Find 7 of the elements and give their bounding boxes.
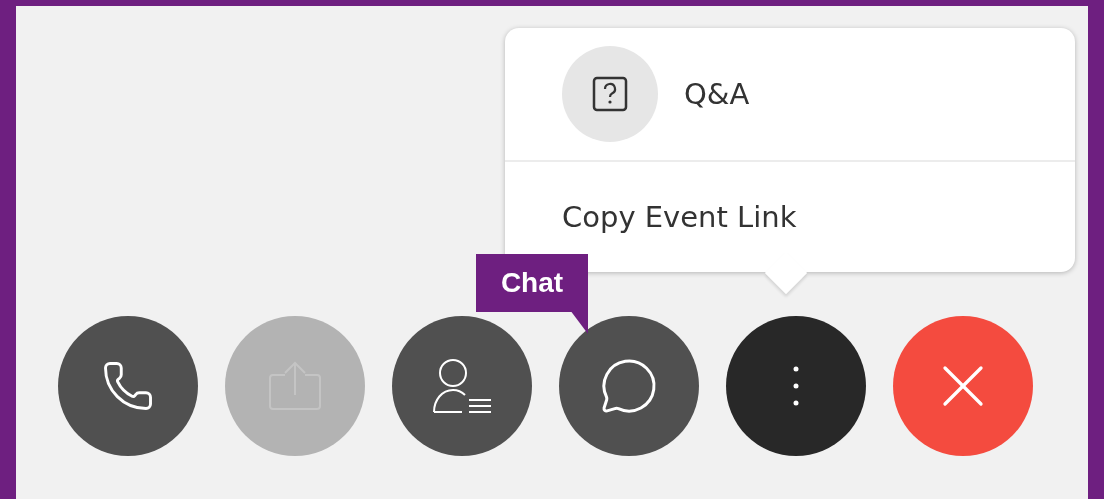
menu-item[interactable]: Q&A (684, 77, 750, 111)
more-icon (793, 366, 799, 406)
participants-icon (431, 358, 493, 414)
tooltip-pointer (570, 310, 588, 334)
tooltip: Chat (476, 254, 588, 312)
phone-icon (101, 359, 155, 413)
menu-item[interactable]: Copy Event Link (562, 200, 797, 234)
